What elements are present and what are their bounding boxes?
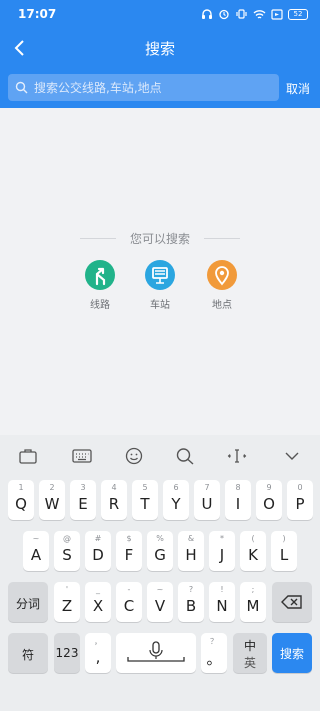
briefcase-icon[interactable]	[18, 447, 38, 465]
key-n[interactable]: ! N	[209, 582, 235, 622]
key-a[interactable]: ~ A	[23, 531, 49, 571]
key-f[interactable]: $ F	[116, 531, 142, 571]
emoji-icon[interactable]	[124, 447, 144, 465]
search-icon	[15, 81, 28, 94]
key-l[interactable]: ) L	[271, 531, 297, 571]
space-key[interactable]	[116, 633, 196, 673]
key-e[interactable]: 3E	[70, 480, 96, 520]
key-u[interactable]: 7U	[194, 480, 220, 520]
microphone-icon	[127, 641, 185, 662]
cancel-button[interactable]: 取消	[286, 80, 310, 97]
symbols-key[interactable]: 符	[8, 633, 48, 673]
keyboard-toolbar	[0, 435, 320, 475]
option-label: 线路	[90, 300, 110, 311]
option-station[interactable]: 车站	[135, 260, 185, 311]
search-input[interactable]	[34, 74, 274, 101]
soft-keyboard: 1Q 2W 3E 4R 5T 6Y 7U 8I 9O 0P ~ A @ S # D $…	[0, 435, 320, 711]
headset-icon	[202, 9, 212, 19]
key-k[interactable]: (K	[240, 531, 266, 571]
status-icons: 52	[201, 7, 308, 21]
option-route[interactable]: 线路	[75, 260, 125, 311]
key-r[interactable]: 4R	[101, 480, 127, 520]
search-bar: 取消	[0, 68, 320, 108]
key-m[interactable]: ; M	[240, 582, 266, 622]
comma-key[interactable]: ，,	[85, 633, 111, 673]
key-g[interactable]: % G	[147, 531, 173, 571]
key-i[interactable]: 8I	[225, 480, 251, 520]
key-h[interactable]: & H	[178, 531, 204, 571]
search-suggestion-area: 您可以搜索 线路 车站 地点	[0, 108, 320, 435]
option-label: 车站	[150, 300, 170, 311]
period-key[interactable]: ？。	[201, 633, 227, 673]
key-y[interactable]: 6Y	[163, 480, 189, 520]
battery-icon: 52	[288, 8, 308, 20]
key-s[interactable]: @ S	[54, 531, 80, 571]
search-key[interactable]: 搜索	[272, 633, 312, 673]
key-x[interactable]: _ X	[85, 582, 111, 622]
title-bar: 搜索	[0, 28, 320, 68]
cursor-icon[interactable]	[227, 447, 247, 465]
key-w[interactable]: 2W	[39, 480, 65, 520]
key-v[interactable]: ~ V	[147, 582, 173, 622]
wifi-icon	[253, 9, 266, 19]
hint-row: 您可以搜索	[80, 230, 240, 246]
key-d[interactable]: # D	[85, 531, 111, 571]
alarm-icon	[219, 9, 229, 20]
keyboard-icon[interactable]	[72, 447, 92, 465]
screen-cast-icon	[271, 8, 283, 20]
key-o[interactable]: 9O	[256, 480, 282, 520]
segment-key[interactable]: 分词	[8, 582, 48, 622]
route-icon	[85, 260, 115, 290]
key-z[interactable]: ' Z	[54, 582, 80, 622]
status-time: 17:07	[18, 7, 57, 21]
backspace-icon	[281, 595, 302, 609]
key-t[interactable]: 5T	[132, 480, 158, 520]
language-switch-key[interactable]: 中 英	[233, 633, 267, 673]
page-title: 搜索	[144, 40, 175, 58]
backspace-key[interactable]	[272, 582, 312, 622]
key-c[interactable]: -C	[116, 582, 142, 622]
location-pin-icon	[207, 260, 237, 290]
search-box[interactable]	[8, 74, 279, 101]
option-place[interactable]: 地点	[197, 260, 247, 311]
key-p[interactable]: 0P	[287, 480, 313, 520]
search-icon[interactable]	[175, 447, 195, 465]
vibrate-icon	[236, 9, 247, 19]
numbers-key[interactable]: 123	[54, 633, 80, 673]
status-bar: 17:07 52	[0, 0, 320, 28]
collapse-icon[interactable]	[282, 447, 302, 465]
option-label: 地点	[212, 300, 232, 311]
key-b[interactable]: ? B	[178, 582, 204, 622]
bus-stop-icon	[145, 260, 175, 290]
key-j[interactable]: * J	[209, 531, 235, 571]
key-q[interactable]: 1Q	[8, 480, 34, 520]
divider	[204, 238, 240, 239]
